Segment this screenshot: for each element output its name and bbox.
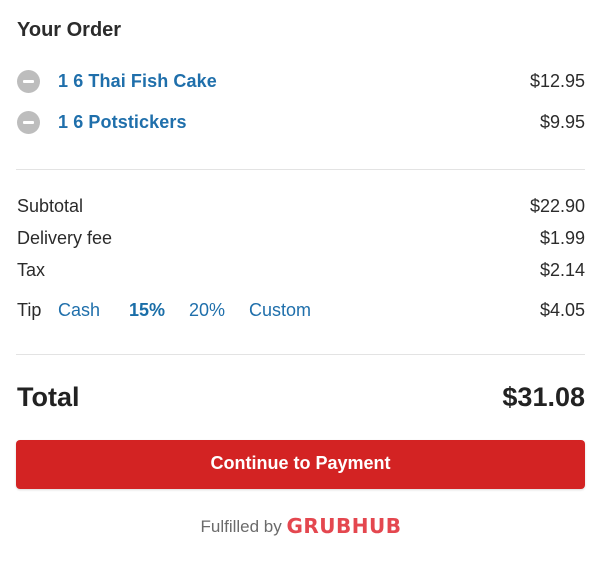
- divider: [16, 354, 585, 355]
- total-label: Total: [17, 382, 80, 412]
- delivery-fee-row: Delivery fee $1.99: [17, 228, 585, 250]
- item-price: $9.95: [539, 112, 585, 132]
- tip-option-20[interactable]: 20%: [189, 300, 225, 321]
- fulfilled-by: Fulfilled by GRUBHUB: [0, 514, 602, 538]
- subtotal-row: Subtotal $22.90: [17, 196, 585, 218]
- item-name-link[interactable]: 1 6 Potstickers: [58, 112, 187, 133]
- order-title: Your Order: [17, 19, 122, 41]
- tax-row: Tax $2.14: [17, 260, 585, 282]
- item-price: $12.95: [529, 71, 585, 91]
- remove-item-icon[interactable]: [17, 70, 40, 93]
- item-name-link[interactable]: 1 6 Thai Fish Cake: [58, 71, 217, 92]
- remove-item-icon[interactable]: [17, 111, 40, 134]
- tax-label: Tax: [17, 260, 46, 280]
- continue-to-payment-button[interactable]: Continue to Payment: [16, 440, 585, 489]
- delivery-fee-value: $1.99: [539, 228, 585, 248]
- divider: [16, 169, 585, 170]
- tip-value: $4.05: [539, 300, 585, 320]
- subtotal-value: $22.90: [529, 196, 585, 216]
- order-item: 1 6 Potstickers $9.95: [17, 110, 585, 134]
- tip-option-custom[interactable]: Custom: [249, 300, 311, 321]
- fulfilled-by-label: Fulfilled by: [200, 517, 282, 536]
- total-value: $31.08: [502, 382, 585, 412]
- tip-row: Tip Cash 15% 20% Custom $4.05: [17, 300, 585, 322]
- tax-value: $2.14: [539, 260, 585, 280]
- grubhub-logo: GRUBHUB: [286, 514, 402, 538]
- total-row: Total $31.08: [17, 382, 585, 416]
- delivery-fee-label: Delivery fee: [17, 228, 113, 248]
- tip-option-15-selected[interactable]: 15%: [129, 300, 165, 321]
- order-item: 1 6 Thai Fish Cake $12.95: [17, 69, 585, 93]
- tip-label: Tip: [17, 300, 42, 320]
- tip-option-cash[interactable]: Cash: [58, 300, 100, 321]
- subtotal-label: Subtotal: [17, 196, 84, 216]
